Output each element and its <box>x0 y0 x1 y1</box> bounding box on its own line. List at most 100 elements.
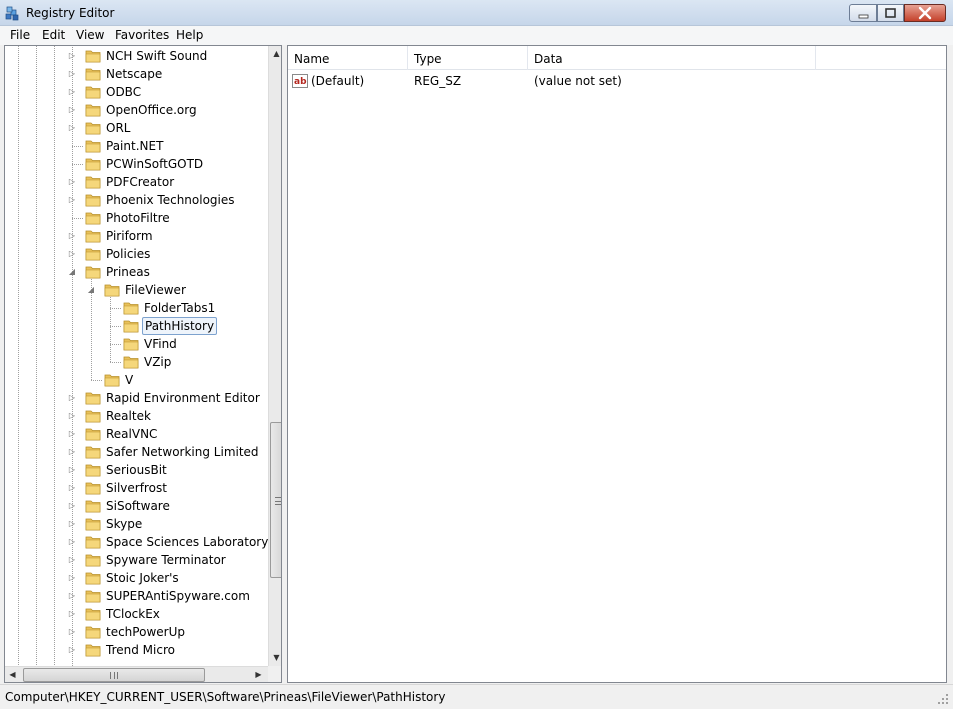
resize-grip-icon[interactable] <box>937 693 949 705</box>
tree-item[interactable]: ▷ NCH Swift Sound <box>5 47 267 65</box>
collapse-arrow-icon[interactable]: ◢ <box>67 263 77 281</box>
tree-item[interactable]: ▷ SeriousBit <box>5 461 267 479</box>
expand-arrow-icon[interactable]: ▷ <box>67 101 77 119</box>
minimize-button[interactable] <box>849 4 877 22</box>
folder-icon <box>123 302 139 315</box>
tree-item-label: Netscape <box>106 67 163 81</box>
column-header-type[interactable]: Type <box>408 46 528 70</box>
scroll-down-icon[interactable]: ▼ <box>269 650 281 666</box>
tree-item[interactable]: ▷ SiSoftware <box>5 497 267 515</box>
tree-item-label: Stoic Joker's <box>106 571 179 585</box>
tree-item[interactable]: ▷ Skype <box>5 515 267 533</box>
expand-arrow-icon[interactable]: ▷ <box>67 425 77 443</box>
expand-arrow-icon[interactable]: ▷ <box>67 227 77 245</box>
title-bar[interactable]: Registry Editor <box>0 0 953 26</box>
tree-item[interactable]: PCWinSoftGOTD <box>5 155 267 173</box>
scroll-up-icon[interactable]: ▲ <box>269 46 281 62</box>
scroll-grip-icon <box>110 672 118 679</box>
tree-item[interactable]: PhotoFiltre <box>5 209 267 227</box>
menu-file[interactable]: File <box>10 28 30 42</box>
folder-icon <box>85 428 101 441</box>
menu-view[interactable]: View <box>76 28 104 42</box>
folder-icon <box>85 212 101 225</box>
tree-item[interactable]: ▷ Stoic Joker's <box>5 569 267 587</box>
expand-arrow-icon[interactable]: ▷ <box>67 407 77 425</box>
expand-arrow-icon[interactable]: ▷ <box>67 497 77 515</box>
expand-arrow-icon[interactable]: ▷ <box>67 83 77 101</box>
expand-arrow-icon[interactable]: ▷ <box>67 119 77 137</box>
tree-item[interactable]: PathHistory <box>5 317 267 335</box>
column-header-name[interactable]: Name <box>288 46 408 70</box>
tree-item[interactable]: VZip <box>5 353 267 371</box>
folder-icon <box>85 266 101 279</box>
expand-arrow-icon[interactable]: ▷ <box>67 191 77 209</box>
tree-item[interactable]: ▷ Phoenix Technologies <box>5 191 267 209</box>
tree-item[interactable]: ▷ Netscape <box>5 65 267 83</box>
tree-item[interactable]: ▷ Trend Micro <box>5 641 267 659</box>
expand-arrow-icon[interactable]: ▷ <box>67 551 77 569</box>
vertical-scroll-thumb[interactable] <box>270 422 281 578</box>
expand-arrow-icon[interactable]: ▷ <box>67 173 77 191</box>
tree-item[interactable]: ▷ ODBC <box>5 83 267 101</box>
expand-arrow-icon[interactable]: ▷ <box>67 443 77 461</box>
tree-item[interactable]: VFind <box>5 335 267 353</box>
tree-item-label: Phoenix Technologies <box>106 193 235 207</box>
expand-arrow-icon[interactable]: ▷ <box>67 47 77 65</box>
expand-arrow-icon[interactable]: ▷ <box>67 479 77 497</box>
list-item[interactable]: ab (Default) REG_SZ (value not set) <box>288 71 946 91</box>
close-button[interactable] <box>904 4 946 22</box>
tree-item-label: ORL <box>106 121 131 135</box>
expand-arrow-icon[interactable]: ▷ <box>67 605 77 623</box>
menu-edit[interactable]: Edit <box>42 28 65 42</box>
expand-arrow-icon[interactable]: ▷ <box>67 65 77 83</box>
tree-item[interactable]: ▷ techPowerUp <box>5 623 267 641</box>
folder-icon <box>85 50 101 63</box>
tree-item[interactable]: ▷ Safer Networking Limited <box>5 443 267 461</box>
tree-item[interactable]: ▷ RealVNC <box>5 425 267 443</box>
tree-item[interactable]: ▷ PDFCreator <box>5 173 267 191</box>
maximize-button[interactable] <box>877 4 904 22</box>
expand-arrow-icon[interactable]: ▷ <box>67 587 77 605</box>
tree-item[interactable]: ▷ ORL <box>5 119 267 137</box>
tree-item[interactable]: ▷ Space Sciences Laboratory, U.C <box>5 533 281 551</box>
tree-item[interactable]: ▷ Piriform <box>5 227 267 245</box>
tree-item[interactable]: Paint.NET <box>5 137 267 155</box>
column-header-data[interactable]: Data <box>528 46 816 70</box>
tree-item-label: Skype <box>106 517 143 531</box>
tree-item[interactable]: V <box>5 371 267 389</box>
tree-item[interactable]: ▷ OpenOffice.org <box>5 101 267 119</box>
expand-arrow-icon[interactable]: ▷ <box>67 533 77 551</box>
expand-arrow-icon[interactable]: ▷ <box>67 623 77 641</box>
scroll-right-icon[interactable]: ▶ <box>251 667 266 682</box>
menu-help[interactable]: Help <box>176 28 203 42</box>
tree-item[interactable]: ◢ Prineas <box>5 263 267 281</box>
expand-arrow-icon[interactable]: ▷ <box>67 515 77 533</box>
tree-vertical-scrollbar[interactable]: ▲ ▼ <box>268 46 281 666</box>
registry-editor-window: Registry Editor File Edit View Favorites… <box>0 0 953 709</box>
expand-arrow-icon[interactable]: ▷ <box>67 569 77 587</box>
folder-icon <box>85 140 101 153</box>
menu-favorites[interactable]: Favorites <box>115 28 169 42</box>
folder-icon <box>85 482 101 495</box>
tree-horizontal-scrollbar[interactable]: ◀ ▶ <box>5 666 268 682</box>
collapse-arrow-icon[interactable]: ◢ <box>86 281 96 299</box>
tree-item[interactable]: ▷ Policies <box>5 245 267 263</box>
tree-item[interactable]: ▷ TClockEx <box>5 605 267 623</box>
expand-arrow-icon[interactable]: ▷ <box>67 461 77 479</box>
tree-item[interactable]: ▷ Realtek <box>5 407 267 425</box>
tree-item[interactable]: ▷ Silverfrost <box>5 479 267 497</box>
expand-arrow-icon[interactable]: ▷ <box>67 245 77 263</box>
tree-item-label: Piriform <box>106 229 153 243</box>
tree-item[interactable]: ◢ FileViewer <box>5 281 267 299</box>
registry-tree[interactable]: ▷ NCH Swift Sound ▷ Netscape ▷ ODBC ▷ OpenOffic… <box>4 45 282 683</box>
expand-arrow-icon[interactable]: ▷ <box>67 389 77 407</box>
tree-item[interactable]: ▷ SUPERAntiSpyware.com <box>5 587 267 605</box>
scroll-left-icon[interactable]: ◀ <box>5 667 20 682</box>
expand-arrow-icon[interactable]: ▷ <box>67 641 77 659</box>
folder-icon <box>85 392 101 405</box>
tree-item[interactable]: ▷ Spyware Terminator <box>5 551 267 569</box>
tree-item[interactable]: FolderTabs1 <box>5 299 267 317</box>
values-list[interactable]: Name Type Data ab (Default) REG_SZ (valu… <box>287 45 947 683</box>
tree-item[interactable]: ▷ Rapid Environment Editor <box>5 389 267 407</box>
horizontal-scroll-thumb[interactable] <box>23 668 205 682</box>
